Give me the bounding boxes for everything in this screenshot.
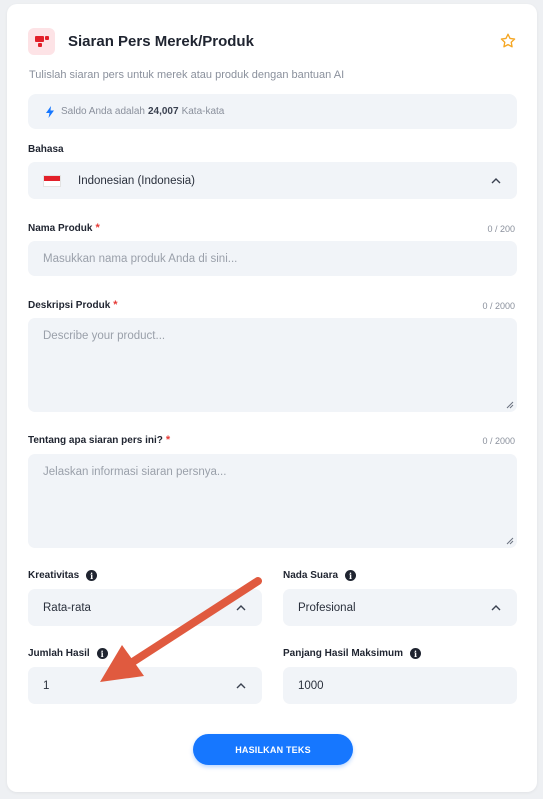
press-topic-placeholder: Jelaskan informasi siaran persnya... xyxy=(43,466,227,478)
language-label: Bahasa xyxy=(28,144,64,155)
page-title: Siaran Pers Merek/Produk xyxy=(68,32,254,50)
press-topic-counter: 0 / 2000 xyxy=(482,436,515,446)
tone-value: Profesional xyxy=(298,601,356,614)
creativity-label: Kreativitas i xyxy=(28,570,98,581)
required-asterisk: * xyxy=(165,434,171,446)
result-count-label-text: Jumlah Hasil xyxy=(28,648,90,659)
balance-amount: 24,007 xyxy=(147,106,179,117)
creativity-label-text: Kreativitas xyxy=(28,570,80,581)
chevron-up-icon xyxy=(491,604,501,610)
header: Siaran Pers Merek/Produk xyxy=(28,26,517,56)
tone-label-text: Nada Suara xyxy=(283,570,339,581)
generate-text-button[interactable]: HASILKAN TEKS xyxy=(193,734,353,765)
product-name-label-text: Nama Produk xyxy=(28,222,93,234)
chevron-up-icon xyxy=(491,177,501,183)
product-name-counter: 0 / 200 xyxy=(487,224,515,234)
language-value: Indonesian (Indonesia) xyxy=(78,174,195,187)
star-icon[interactable] xyxy=(499,32,517,50)
product-description-placeholder: Describe your product... xyxy=(43,330,166,342)
word-balance: Saldo Anda adalah 24,007 Kata-kata xyxy=(28,94,517,129)
creativity-value: Rata-rata xyxy=(43,601,91,614)
product-name-label: Nama Produk * xyxy=(28,222,100,234)
result-count-select[interactable]: 1 xyxy=(28,667,262,704)
form-card: Siaran Pers Merek/Produk Tulislah siaran… xyxy=(7,4,537,792)
language-select[interactable]: Indonesian (Indonesia) xyxy=(28,162,517,199)
info-icon[interactable]: i xyxy=(345,570,357,581)
chevron-up-icon xyxy=(236,604,246,610)
press-topic-label: Tentang apa siaran pers ini? * xyxy=(28,434,170,446)
max-length-label-text: Panjang Hasil Maksimum xyxy=(283,648,404,659)
result-count-label: Jumlah Hasil i xyxy=(28,648,108,659)
language-label-text: Bahasa xyxy=(28,144,64,155)
creativity-select[interactable]: Rata-rata xyxy=(28,589,262,626)
info-icon[interactable]: i xyxy=(86,570,98,581)
resize-handle-icon[interactable] xyxy=(506,537,514,545)
press-topic-label-text: Tentang apa siaran pers ini? xyxy=(28,434,163,446)
result-count-value: 1 xyxy=(43,679,50,692)
info-icon[interactable]: i xyxy=(410,648,422,659)
max-length-input[interactable]: 1000 xyxy=(283,667,517,704)
press-release-icon xyxy=(28,27,55,55)
balance-suffix: Kata-kata xyxy=(181,106,225,117)
resize-handle-icon[interactable] xyxy=(506,401,514,409)
balance-prefix: Saldo Anda adalah xyxy=(61,106,145,117)
max-length-value: 1000 xyxy=(298,679,324,692)
product-name-placeholder: Masukkan nama produk Anda di sini... xyxy=(43,252,238,265)
tone-select[interactable]: Profesional xyxy=(283,589,517,626)
product-name-input[interactable]: Masukkan nama produk Anda di sini... xyxy=(28,241,517,276)
product-description-counter: 0 / 2000 xyxy=(482,301,515,311)
press-topic-textarea[interactable]: Jelaskan informasi siaran persnya... xyxy=(28,454,517,548)
indonesia-flag-icon xyxy=(43,174,61,187)
chevron-up-icon xyxy=(236,682,246,688)
product-description-textarea[interactable]: Describe your product... xyxy=(28,318,517,412)
required-asterisk: * xyxy=(113,299,118,311)
tone-label: Nada Suara i xyxy=(283,570,357,581)
required-asterisk: * xyxy=(95,222,100,234)
info-icon[interactable]: i xyxy=(96,648,108,659)
lightning-icon xyxy=(46,105,54,118)
product-description-label-text: Deskripsi Produk xyxy=(28,299,111,311)
max-length-label: Panjang Hasil Maksimum i xyxy=(283,648,422,659)
page-subtitle: Tulislah siaran pers untuk merek atau pr… xyxy=(29,69,345,81)
product-description-label: Deskripsi Produk * xyxy=(28,299,118,311)
